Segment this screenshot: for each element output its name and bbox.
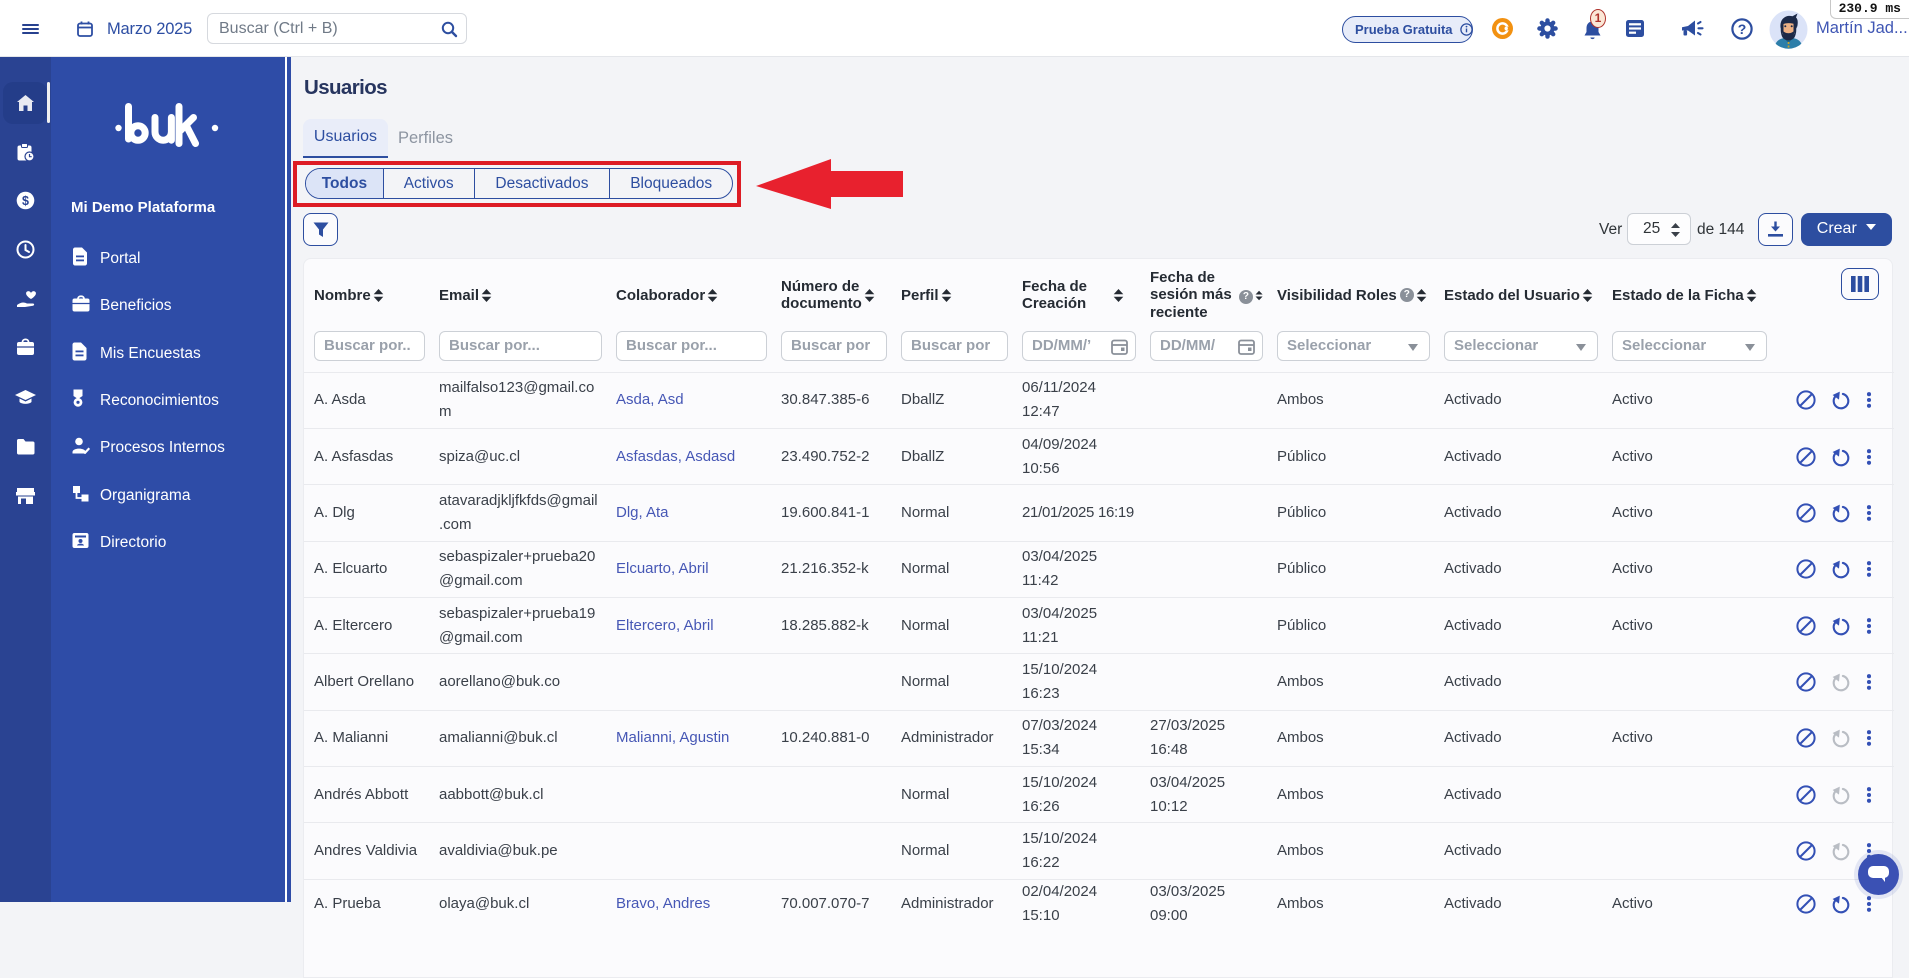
svg-text:$: $ [22, 194, 29, 208]
svg-text:?: ? [1738, 21, 1747, 37]
